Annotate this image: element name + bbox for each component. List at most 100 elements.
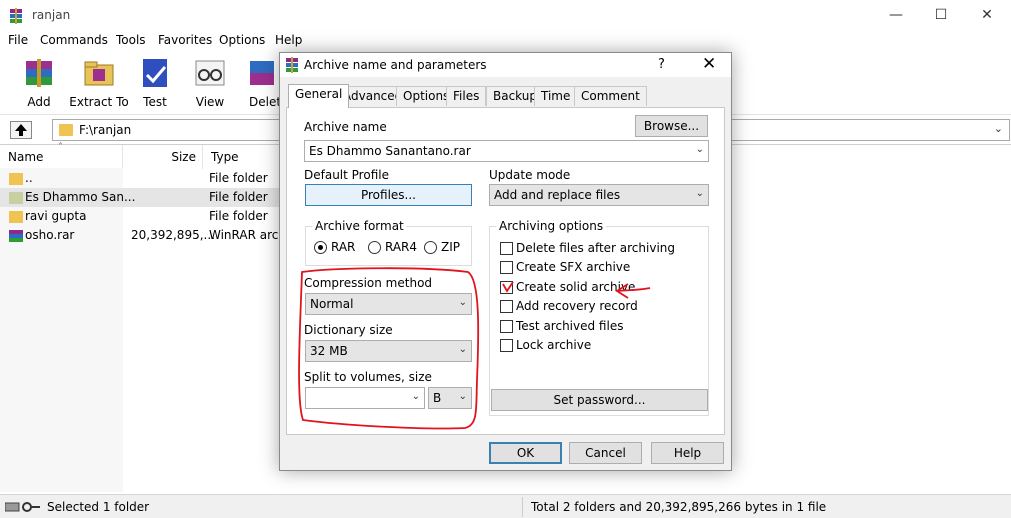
browse-button[interactable]: Browse...	[635, 115, 708, 137]
delete-after-label[interactable]: Delete files after archiving	[516, 241, 675, 255]
recovery-record-label[interactable]: Add recovery record	[516, 299, 638, 313]
archiving-options-list: Delete files after archiving Create SFX …	[499, 239, 709, 359]
chevron-down-icon: ⌄	[695, 144, 704, 155]
status-bar: Selected 1 folder Total 2 folders and 20…	[0, 494, 1011, 518]
extract-folder-icon	[84, 61, 114, 86]
file-row[interactable]: ravi gupta File folder	[0, 207, 280, 226]
view-button[interactable]: View	[180, 53, 240, 111]
update-mode-select[interactable]: Add and replace files ⌄	[489, 184, 709, 206]
folder-icon	[59, 124, 73, 136]
folder-icon	[9, 192, 23, 204]
test-archived-checkbox[interactable]	[500, 320, 513, 333]
close-button[interactable]: ✕	[964, 0, 1010, 31]
folder-icon	[9, 173, 23, 185]
winrar-dialog-icon	[286, 57, 298, 73]
dialog-close-button[interactable]: ✕	[702, 54, 716, 74]
file-type: WinRAR arch	[209, 228, 286, 242]
minimize-button[interactable]: —	[873, 0, 919, 31]
compression-method-label: Compression method	[304, 276, 433, 290]
radio-rar4[interactable]	[368, 241, 381, 254]
create-sfx-label[interactable]: Create SFX archive	[516, 260, 630, 274]
menu-help[interactable]: Help	[275, 33, 302, 47]
column-header-size[interactable]: Size	[123, 145, 203, 169]
tab-general[interactable]: General	[288, 84, 350, 108]
maximize-button[interactable]: ☐	[918, 0, 964, 31]
cancel-button[interactable]: Cancel	[569, 442, 642, 464]
ok-button[interactable]: OK	[489, 442, 562, 464]
split-unit-select[interactable]: B ⌄	[428, 387, 472, 409]
archive-dialog: Archive name and parameters ? ✕ General …	[279, 52, 732, 471]
create-solid-checkbox[interactable]	[500, 281, 513, 294]
sort-ascending-icon: ˄	[58, 142, 63, 153]
chevron-down-icon: ⌄	[458, 391, 467, 402]
radio-rar-label[interactable]: RAR	[331, 240, 355, 254]
add-button[interactable]: Add	[9, 53, 69, 111]
winrar-app-icon	[10, 8, 22, 24]
dictionary-size-label: Dictionary size	[304, 323, 393, 337]
split-volumes-label: Split to volumes, size	[304, 370, 432, 384]
chevron-down-icon: ⌄	[458, 297, 467, 308]
file-row-selected[interactable]: Es Dhammo San... File folder	[0, 188, 280, 207]
tab-time[interactable]: Time	[534, 86, 578, 106]
radio-rar4-label[interactable]: RAR4	[385, 240, 417, 254]
file-type: File folder	[209, 190, 268, 204]
tab-files[interactable]: Files	[446, 86, 487, 106]
tab-comment[interactable]: Comment	[574, 86, 647, 106]
lock-archive-checkbox[interactable]	[500, 339, 513, 352]
up-arrow-icon	[15, 124, 27, 136]
recovery-record-checkbox[interactable]	[500, 300, 513, 313]
chevron-down-icon: ⌄	[695, 188, 704, 199]
dialog-title: Archive name and parameters	[304, 58, 487, 72]
compression-method-select[interactable]: Normal ⌄	[305, 293, 472, 315]
chevron-down-icon: ⌄	[411, 391, 420, 402]
split-volumes-input[interactable]: ⌄	[305, 387, 425, 409]
test-button[interactable]: Test	[125, 53, 185, 111]
menu-tools[interactable]: Tools	[116, 33, 146, 47]
drive-key-icon	[5, 502, 40, 512]
dictionary-size-select[interactable]: 32 MB ⌄	[305, 340, 472, 362]
dialog-title-bar: Archive name and parameters ? ✕	[280, 53, 731, 77]
archive-name-input[interactable]: Es Dhammo Sanantano.rar ⌄	[304, 140, 709, 162]
radio-rar[interactable]	[314, 241, 327, 254]
file-row[interactable]: osho.rar 20,392,895,... WinRAR arch	[0, 226, 286, 245]
chevron-down-icon: ⌄	[458, 344, 467, 355]
folder-icon	[9, 211, 23, 223]
file-name: ravi gupta	[25, 209, 87, 223]
test-archived-label[interactable]: Test archived files	[516, 319, 623, 333]
test-archive-icon	[143, 59, 167, 87]
title-bar: ranjan — ☐ ✕	[0, 0, 1011, 32]
file-row[interactable]: .. File folder	[0, 169, 280, 188]
up-folder-button[interactable]	[10, 121, 32, 139]
menu-commands[interactable]: Commands	[40, 33, 108, 47]
column-header-name[interactable]: Name ˄	[0, 142, 123, 169]
column-header-type[interactable]: Type	[203, 145, 283, 169]
help-icon[interactable]: ?	[658, 57, 665, 72]
menu-favorites[interactable]: Favorites	[158, 33, 212, 47]
window-title: ranjan	[32, 8, 71, 22]
menu-file[interactable]: File	[8, 33, 28, 47]
general-tab-panel: Archive name Browse... Es Dhammo Sananta…	[286, 107, 725, 435]
archiving-options-label: Archiving options	[496, 219, 607, 233]
profiles-button[interactable]: Profiles...	[305, 184, 472, 206]
file-name: Es Dhammo San...	[25, 190, 136, 204]
help-button[interactable]: Help	[651, 442, 724, 464]
radio-zip-label[interactable]: ZIP	[441, 240, 460, 254]
menu-options[interactable]: Options	[219, 33, 265, 47]
file-name: ..	[25, 171, 33, 185]
delete-after-checkbox[interactable]	[500, 242, 513, 255]
archive-name-label: Archive name	[304, 120, 387, 134]
view-glasses-icon	[195, 60, 225, 86]
extract-to-button[interactable]: Extract To	[68, 53, 130, 111]
chevron-down-icon[interactable]: ⌄	[994, 122, 1003, 135]
status-left: Selected 1 folder	[47, 500, 150, 514]
lock-archive-label[interactable]: Lock archive	[516, 338, 591, 352]
set-password-button[interactable]: Set password...	[491, 389, 708, 411]
create-sfx-checkbox[interactable]	[500, 261, 513, 274]
file-type: File folder	[209, 171, 268, 185]
radio-zip[interactable]	[424, 241, 437, 254]
file-type: File folder	[209, 209, 268, 223]
file-name: osho.rar	[25, 228, 75, 242]
status-separator	[522, 497, 523, 517]
create-solid-label[interactable]: Create solid archive	[516, 280, 635, 294]
delete-button[interactable]: Delete	[240, 53, 280, 111]
